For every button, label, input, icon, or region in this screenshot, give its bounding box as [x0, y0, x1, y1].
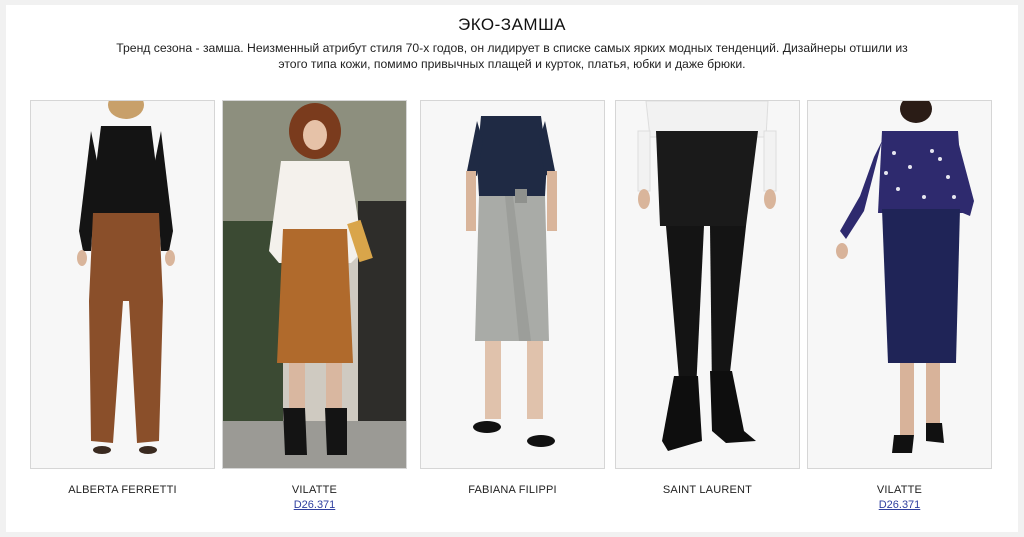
product-sku-link[interactable]: D26.371 [222, 499, 407, 511]
product-photo[interactable] [807, 100, 992, 469]
model-photo-5 [808, 101, 991, 468]
product-sku-link[interactable]: D26.371 [807, 499, 992, 511]
product-card-5[interactable]: VILATTE D26.371 [807, 100, 992, 511]
model-photo-1 [31, 101, 214, 468]
model-photo-3 [421, 101, 604, 468]
product-card-4[interactable]: SAINT LAURENT [615, 100, 800, 499]
product-card-3[interactable]: FABIANA FILIPPI [420, 100, 605, 499]
product-brand: VILATTE [876, 484, 923, 496]
intro-text: Тренд сезона - замша. Неизменный атрибут… [116, 41, 908, 71]
product-brand: FABIANA FILIPPI [468, 484, 557, 496]
product-photo[interactable] [222, 100, 407, 469]
product-brand: SAINT LAURENT [662, 484, 753, 496]
page: ЭКО-ЗАМША Тренд сезона - замша. Неизменн… [6, 5, 1018, 532]
model-photo-2 [223, 101, 406, 468]
product-card-1[interactable]: ALBERTA FERRETTI [30, 100, 215, 499]
model-photo-4 [616, 101, 799, 468]
product-card-2[interactable]: VILATTE D26.371 [222, 100, 407, 511]
product-brand: VILATTE [291, 484, 338, 496]
product-photo[interactable] [30, 100, 215, 469]
product-brand: ALBERTA FERRETTI [68, 484, 177, 496]
page-title: ЭКО-ЗАМША [457, 15, 566, 34]
product-photo[interactable] [420, 100, 605, 469]
product-photo[interactable] [615, 100, 800, 469]
